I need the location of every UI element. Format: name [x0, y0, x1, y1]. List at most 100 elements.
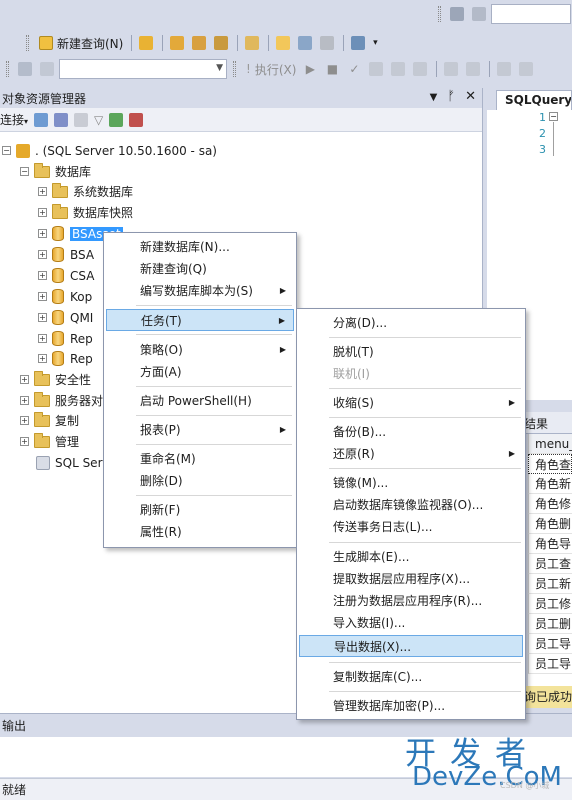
menu-item-start-powershell[interactable]: 启动 PowerShell(H) — [106, 390, 294, 412]
tree-node-database[interactable]: + QMI — [38, 307, 93, 328]
mdx-query-icon[interactable] — [189, 33, 209, 53]
change-connection-icon[interactable] — [37, 59, 57, 79]
connect-button[interactable]: 连接▾ — [0, 111, 28, 128]
server-config-icon[interactable] — [469, 4, 489, 24]
menu-item-register-data-tier[interactable]: 注册为数据层应用程序(R)... — [299, 590, 523, 612]
display-plan-icon[interactable] — [366, 59, 386, 79]
connect-server-icon[interactable] — [34, 112, 49, 127]
menu-item-backup[interactable]: 备份(B)... — [299, 421, 523, 443]
menu-item-properties[interactable]: 属性(R) — [106, 521, 294, 543]
stop-icon[interactable] — [74, 112, 89, 127]
expand-icon[interactable]: + — [38, 187, 47, 196]
include-plan-icon[interactable] — [441, 59, 461, 79]
results-tab[interactable]: 结果 — [520, 412, 572, 434]
tree-node-database[interactable]: + BSA — [38, 244, 94, 265]
menu-item-detach[interactable]: 分离(D)... — [299, 312, 523, 334]
connect-icon[interactable] — [15, 59, 35, 79]
database-combo[interactable]: ▼ — [59, 59, 227, 79]
results-grid[interactable]: menu_n 角色查 角色新 角色修 角色删 角色导 员工查 员工新 员工修 员… — [528, 434, 572, 706]
expand-icon[interactable]: + — [38, 208, 47, 217]
tree-server-node[interactable]: − . (SQL Server 10.50.1600 - sa) — [2, 140, 217, 161]
collapse-icon[interactable]: − — [2, 146, 11, 155]
menu-item-ship-logs[interactable]: 传送事务日志(L)... — [299, 516, 523, 538]
activity-monitor-icon[interactable] — [348, 33, 368, 53]
menu-item-new-database[interactable]: 新建数据库(N)... — [106, 236, 294, 258]
expand-icon[interactable]: + — [38, 250, 47, 259]
menu-item-refresh[interactable]: 刷新(F) — [106, 499, 294, 521]
new-query-button[interactable]: 新建查询(N) — [35, 35, 127, 52]
options-icon[interactable] — [410, 59, 430, 79]
save-icon[interactable] — [295, 33, 315, 53]
results-cell[interactable]: 员工查 — [528, 554, 572, 574]
tree-node-database[interactable]: + Kop — [38, 286, 92, 307]
results-cell[interactable]: 员工导 — [528, 654, 572, 674]
menu-item-rename[interactable]: 重命名(M) — [106, 448, 294, 470]
results-cell[interactable]: 角色修 — [528, 494, 572, 514]
expand-icon[interactable]: + — [38, 354, 47, 363]
tree-node-management[interactable]: + 管理 — [20, 431, 79, 452]
results-column-header[interactable]: menu_n — [528, 434, 572, 454]
dmx-query-icon[interactable] — [211, 33, 231, 53]
menu-item-copy-database[interactable]: 复制数据库(C)... — [299, 666, 523, 688]
menu-item-mirror-monitor[interactable]: 启动数据库镜像监视器(O)... — [299, 494, 523, 516]
activity-monitor-icon[interactable] — [129, 112, 144, 127]
menu-item-take-offline[interactable]: 脱机(T) — [299, 341, 523, 363]
expand-icon[interactable]: + — [20, 437, 29, 446]
menu-item-reports[interactable]: 报表(P) ▶ — [106, 419, 294, 441]
collapse-icon[interactable]: − — [549, 112, 558, 121]
results-text-icon[interactable] — [494, 59, 514, 79]
menu-item-extract-data-tier[interactable]: 提取数据层应用程序(X)... — [299, 568, 523, 590]
expand-icon[interactable]: + — [38, 313, 47, 322]
results-grid-icon[interactable] — [516, 59, 536, 79]
expand-icon[interactable]: + — [38, 271, 47, 280]
query-design-icon[interactable] — [388, 59, 408, 79]
menu-item-restore[interactable]: 还原(R) ▶ — [299, 443, 523, 465]
menu-item-policies[interactable]: 策略(O) ▶ — [106, 339, 294, 361]
top-combo[interactable] — [491, 4, 571, 24]
filter-icon[interactable]: ▽ — [94, 113, 103, 127]
expand-icon[interactable]: + — [20, 396, 29, 405]
menu-item-tasks[interactable]: 任务(T) ▶ — [106, 309, 294, 331]
tree-node-system-databases[interactable]: + 系统数据库 — [38, 181, 133, 202]
execute-button[interactable]: ! 执行(X) — [242, 61, 300, 78]
tree-node-database[interactable]: + Rep — [38, 328, 93, 349]
menu-item-export-data[interactable]: 导出数据(X)... — [299, 635, 523, 657]
results-cell[interactable]: 角色删 — [528, 514, 572, 534]
print-icon[interactable] — [317, 33, 337, 53]
menu-item-bring-online[interactable]: 联机(I) — [299, 363, 523, 385]
stop-icon[interactable]: ■ — [322, 59, 342, 79]
expand-icon[interactable]: + — [38, 334, 47, 343]
menu-item-new-query[interactable]: 新建查询(Q) — [106, 258, 294, 280]
open-file-icon[interactable] — [273, 33, 293, 53]
disconnect-icon[interactable] — [54, 112, 69, 127]
close-icon[interactable]: ✕ — [465, 89, 476, 104]
tree-node-snapshots[interactable]: + 数据库快照 — [38, 202, 133, 223]
expand-icon[interactable]: + — [38, 292, 47, 301]
server-icon[interactable] — [447, 4, 467, 24]
debug-play-icon[interactable]: ▶ — [300, 59, 320, 79]
results-cell[interactable]: 员工删 — [528, 614, 572, 634]
tree-node-databases[interactable]: − 数据库 — [20, 161, 91, 182]
results-cell[interactable]: 角色新 — [528, 474, 572, 494]
refresh-icon[interactable] — [109, 112, 124, 127]
collapse-icon[interactable]: − — [20, 167, 29, 176]
tree-node-database[interactable]: + CSA — [38, 265, 94, 286]
menu-item-mirror[interactable]: 镜像(M)... — [299, 472, 523, 494]
menu-item-shrink[interactable]: 收缩(S) ▶ — [299, 392, 523, 414]
menu-item-delete[interactable]: 删除(D) — [106, 470, 294, 492]
dropdown-arrow-icon[interactable]: ▼ — [430, 92, 438, 104]
tree-node-server-objects[interactable]: + 服务器对 — [20, 390, 103, 411]
tree-node-replication[interactable]: + 复制 — [20, 410, 79, 431]
results-cell[interactable]: 员工修 — [528, 594, 572, 614]
pin-icon[interactable]: ᚠ — [447, 89, 455, 104]
menu-item-import-data[interactable]: 导入数据(I)... — [299, 612, 523, 634]
tree-node-security[interactable]: + 安全性 — [20, 369, 91, 390]
menu-item-manage-encryption[interactable]: 管理数据库加密(P)... — [299, 695, 523, 717]
expand-icon[interactable]: + — [38, 229, 47, 238]
expand-icon[interactable]: + — [20, 375, 29, 384]
parse-checkmark-icon[interactable]: ✓ — [344, 59, 364, 79]
results-cell[interactable]: 角色查 — [528, 454, 572, 474]
results-cell[interactable]: 员工导 — [528, 634, 572, 654]
database-engine-query-icon[interactable] — [136, 33, 156, 53]
client-stats-icon[interactable] — [463, 59, 483, 79]
